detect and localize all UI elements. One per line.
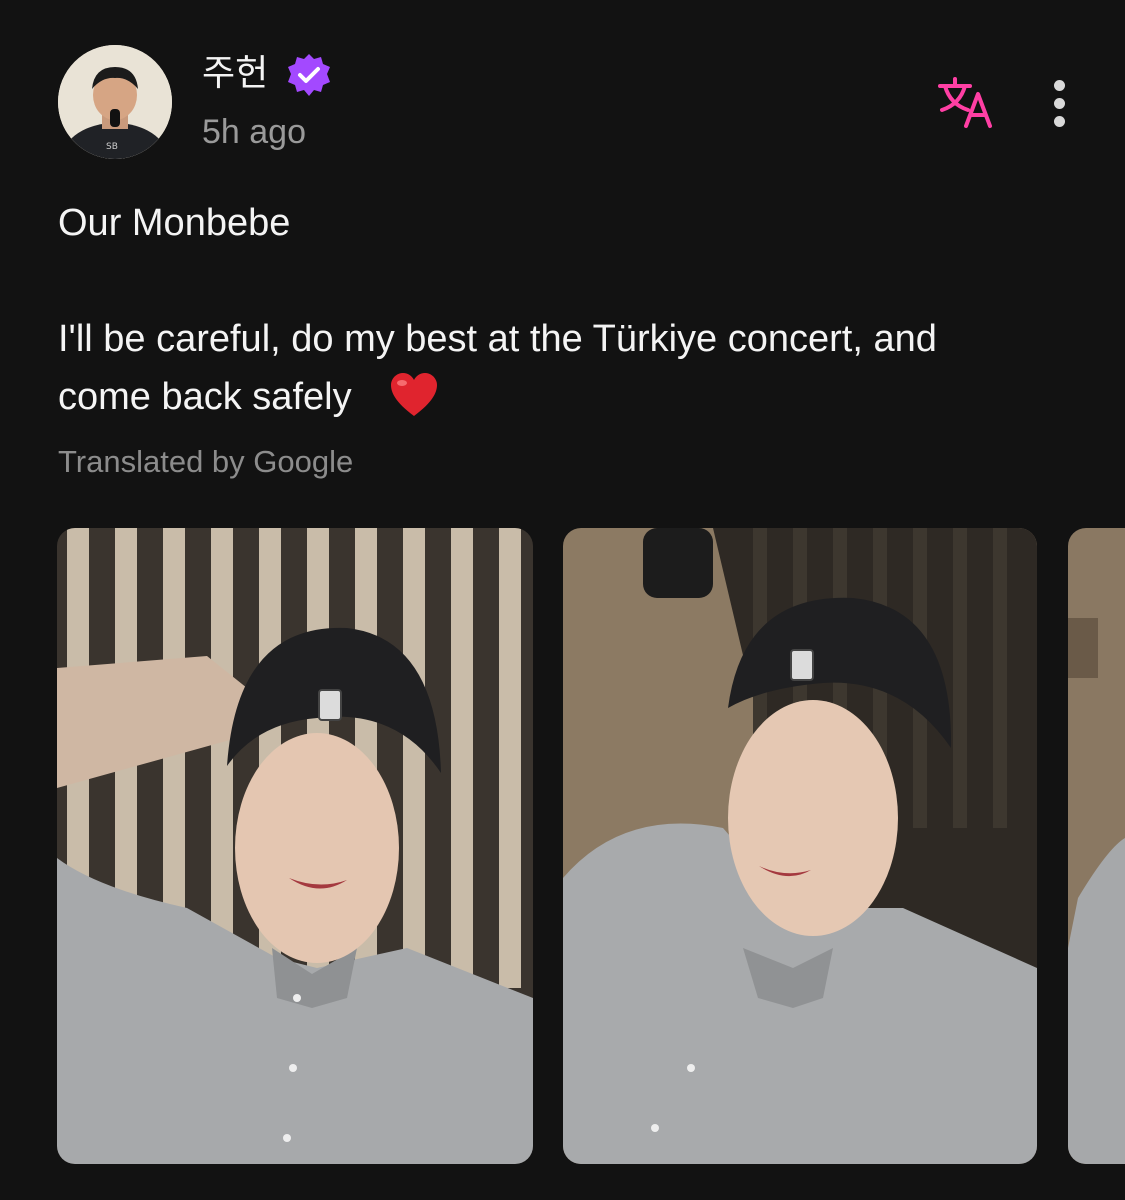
- post-text-line: come back safely: [58, 376, 352, 418]
- photo-image: [57, 528, 533, 1164]
- post-photo-3[interactable]: [1068, 528, 1125, 1164]
- photo-image: [1068, 528, 1125, 1164]
- svg-text:SB: SB: [106, 142, 118, 152]
- translate-button[interactable]: [936, 76, 998, 130]
- more-options-button[interactable]: [1040, 76, 1080, 128]
- red-heart-emoji-icon: [389, 372, 439, 418]
- post-timestamp: 5h ago: [202, 113, 306, 151]
- author-avatar[interactable]: SB: [58, 45, 172, 159]
- post-text-line: Our Monbebe: [58, 202, 291, 244]
- translation-attribution: Translated by Google: [58, 444, 354, 479]
- photo-image: [563, 528, 1037, 1164]
- avatar-image: SB: [58, 45, 172, 159]
- author-name[interactable]: 주헌: [202, 52, 268, 96]
- post-photo-1[interactable]: [57, 528, 533, 1164]
- translate-icon: [938, 77, 992, 128]
- verified-badge-icon: [286, 52, 332, 98]
- post-text-line: I'll be careful, do my best at the Türki…: [58, 318, 937, 360]
- post-photo-2[interactable]: [563, 528, 1037, 1164]
